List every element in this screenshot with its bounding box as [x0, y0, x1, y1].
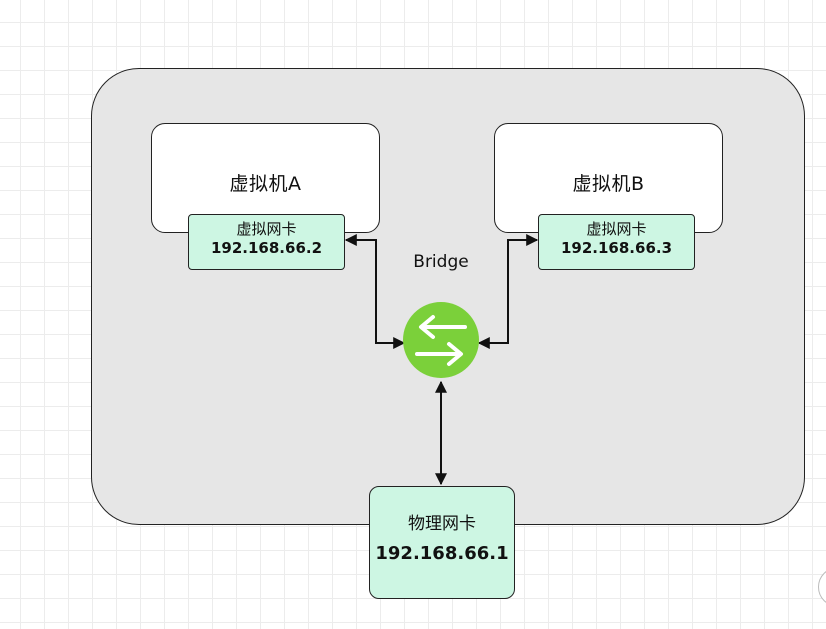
physical-nic-ip: 192.168.66.1: [375, 543, 509, 565]
bridge-icon: [403, 302, 479, 378]
physical-nic-name: 物理网卡: [408, 514, 476, 534]
link-vm-b-to-bridge: [477, 234, 539, 349]
physical-nic: 物理网卡 192.168.66.1: [369, 486, 515, 599]
link-vm-a-to-bridge: [344, 234, 406, 349]
